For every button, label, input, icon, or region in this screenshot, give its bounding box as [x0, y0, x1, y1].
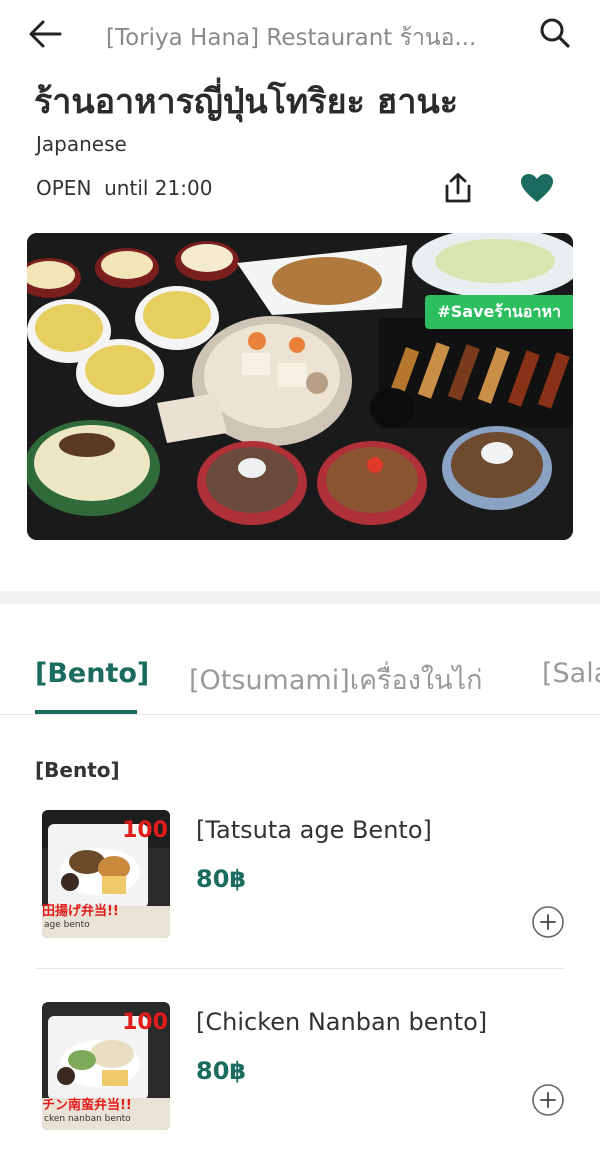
menu-item-name: [Tatsuta age Bento] — [196, 816, 432, 844]
thumb-caption: cken nanban bento — [44, 1114, 131, 1124]
top-bar: [Toriya Hana] Restaurant ร้านอ... — [0, 0, 600, 70]
plus-circle-icon — [532, 906, 564, 938]
section-divider — [0, 591, 600, 604]
search-icon — [540, 18, 570, 48]
hero-image: #Saveร้านอาหา — [27, 233, 573, 540]
search-button[interactable] — [534, 12, 576, 54]
closing-time: until 21:00 — [104, 176, 213, 200]
menu-item-name: [Chicken Nanban bento] — [196, 1008, 488, 1036]
favorite-button[interactable] — [514, 166, 560, 210]
add-to-cart-button[interactable] — [530, 904, 566, 940]
share-icon — [445, 173, 471, 203]
tab-salad[interactable]: [Sala — [542, 658, 600, 689]
hero-promo-badge: #Saveร้านอาหา — [425, 295, 573, 329]
active-tab-indicator — [35, 710, 137, 714]
tab-otsumami[interactable]: [Otsumami]เครื่องในไก่ — [189, 658, 483, 701]
thumb-promo-text: 田揚げ弁当!! — [42, 904, 119, 919]
menu-item-image: 100 チン南蛮弁当!! cken nanban bento — [42, 1002, 170, 1130]
back-button[interactable] — [24, 14, 66, 54]
heart-icon — [521, 174, 553, 202]
share-button[interactable] — [436, 166, 480, 210]
back-arrow-icon — [29, 20, 62, 48]
plus-circle-icon — [532, 1084, 564, 1116]
opening-hours: OPEN until 21:00 — [36, 176, 212, 200]
page-title: [Toriya Hana] Restaurant ร้านอ... — [106, 25, 477, 51]
item-separator — [36, 968, 564, 969]
thumb-price-text: 100 — [122, 818, 168, 843]
category-tabs: [Bento] [Otsumami]เครื่องในไก่ [Sala — [0, 640, 600, 715]
thumb-promo-text: チン南蛮弁当!! — [42, 1098, 132, 1113]
menu-item-price: 80฿ — [196, 1057, 247, 1085]
menu-item-price: 80฿ — [196, 865, 247, 893]
menu-item[interactable]: 100 田揚げ弁当!! age bento [Tatsuta age Bento… — [0, 800, 600, 960]
tab-bento[interactable]: [Bento] — [35, 658, 149, 689]
open-status: OPEN — [36, 176, 92, 200]
cuisine-label: Japanese — [36, 132, 127, 156]
menu-item[interactable]: 100 チン南蛮弁当!! cken nanban bento [Chicken … — [0, 992, 600, 1152]
menu-item-image: 100 田揚げ弁当!! age bento — [42, 810, 170, 938]
thumb-caption: age bento — [44, 920, 90, 930]
section-title: [Bento] — [35, 758, 120, 782]
store-name: ร้านอาหารญี่ปุ่นโทริยะ ฮานะ — [34, 82, 458, 122]
add-to-cart-button[interactable] — [530, 1082, 566, 1118]
thumb-price-text: 100 — [122, 1010, 168, 1035]
